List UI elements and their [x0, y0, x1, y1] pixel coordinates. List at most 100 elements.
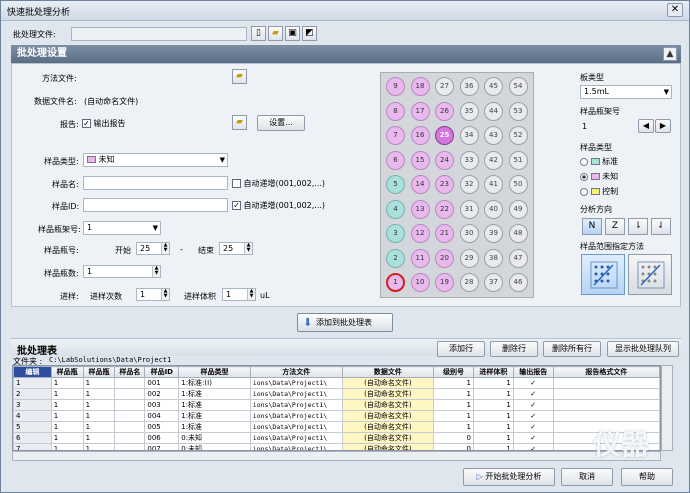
spinner-arrows-icon[interactable]: ▲ ▼	[161, 243, 169, 254]
report-checkbox-cell[interactable]: ✓	[512, 432, 554, 444]
report-checkbox-cell[interactable]: ✓	[512, 399, 554, 411]
vial-well[interactable]: 5	[386, 175, 405, 194]
table-cell[interactable]	[552, 399, 660, 411]
batch-file-field[interactable]	[71, 27, 247, 41]
vial-well[interactable]: 35	[459, 101, 479, 121]
close-button[interactable]: ✕	[667, 3, 683, 17]
type-standard-radio[interactable]: 标准	[580, 156, 618, 167]
table-cell[interactable]: 1	[472, 410, 514, 422]
sample-name-input[interactable]	[83, 176, 228, 190]
column-header[interactable]: 样品ID	[144, 366, 180, 378]
range-line-button[interactable]	[628, 254, 672, 295]
table-cell[interactable]: ions\Data\Project1\	[249, 421, 343, 433]
table-cell[interactable]: (自动命名文件)	[341, 410, 435, 422]
report-checkbox-cell[interactable]: ✓	[512, 388, 554, 400]
table-cell[interactable]: (自动命名文件)	[341, 421, 435, 433]
vial-well[interactable]: 3	[386, 224, 405, 243]
report-checkbox-cell[interactable]: ✓	[512, 443, 554, 450]
column-header[interactable]: 进样体积	[472, 366, 514, 378]
direction-snake-icon[interactable]: ⇃	[651, 218, 671, 235]
column-header[interactable]: 方法文件	[249, 366, 343, 378]
vial-well[interactable]: 41	[484, 175, 503, 194]
vial-well[interactable]: 11	[410, 248, 430, 268]
table-cell[interactable]: ions\Data\Project1\	[249, 377, 343, 389]
table-cell[interactable]: 0	[433, 432, 474, 444]
vial-well[interactable]: 38	[484, 248, 503, 268]
table-cell[interactable]: 1	[472, 377, 514, 389]
batch-table[interactable]: 编辑 样品瓶 样品瓶 样品名 样品ID 样品类型 方法文件 数据文件 级别号 进样体积 输出报告 报告…	[12, 365, 661, 451]
table-cell[interactable]	[552, 410, 660, 422]
table-horizontal-scrollbar[interactable]	[12, 451, 661, 461]
table-cell[interactable]: ions\Data\Project1\	[249, 432, 343, 444]
table-cell[interactable]: (自动命名文件)	[341, 432, 435, 444]
next-rack-button[interactable]: ▶	[655, 119, 671, 133]
table-cell[interactable]: 0	[433, 443, 474, 450]
table-cell[interactable]	[114, 388, 146, 400]
vial-well[interactable]: 10	[410, 273, 430, 292]
vial-well[interactable]: 34	[459, 126, 479, 145]
table-cell[interactable]: 1	[50, 410, 84, 422]
type-control-radio[interactable]: 控制	[580, 186, 618, 197]
report-checkbox-cell[interactable]: ✓	[512, 377, 554, 389]
vial-well[interactable]: 40	[484, 199, 503, 219]
column-header[interactable]: 样品名	[114, 366, 146, 378]
direction-z-icon[interactable]: Z	[605, 218, 625, 235]
table-cell[interactable]: 1	[433, 377, 474, 389]
vial-well[interactable]: 50	[508, 175, 528, 194]
vial-well[interactable]: 30	[459, 224, 479, 243]
vial-well[interactable]: 51	[508, 150, 528, 170]
table-cell[interactable]: 1:标准	[178, 388, 251, 400]
table-cell[interactable]	[114, 432, 146, 444]
report-checkbox-cell[interactable]: ✓	[512, 410, 554, 422]
vial-well[interactable]: 37	[484, 273, 503, 292]
vial-well[interactable]: 14	[410, 175, 430, 194]
vial-well[interactable]: 7	[386, 126, 405, 145]
start-spinner[interactable]: 25 ▲ ▼	[136, 242, 170, 255]
table-cell[interactable]: 1:标准	[178, 399, 251, 411]
table-cell[interactable]	[114, 421, 146, 433]
spinner-arrows-icon[interactable]: ▲ ▼	[161, 289, 169, 300]
delete-all-rows-button[interactable]: 删除所有行	[543, 341, 601, 357]
table-cell[interactable]: 1:标准:(I)	[178, 377, 251, 389]
vial-well[interactable]: 16	[410, 126, 430, 145]
table-cell[interactable]: 001	[144, 377, 180, 389]
sample-id-input[interactable]	[83, 198, 228, 212]
spinner-arrows-icon[interactable]: ▲ ▼	[152, 266, 160, 277]
table-cell[interactable]: 1	[472, 443, 514, 450]
table-cell[interactable]: 1	[82, 388, 116, 400]
vial-well[interactable]: 49	[508, 199, 528, 219]
show-batch-queue-button[interactable]: 显示批处理队列	[607, 341, 679, 357]
vial-well[interactable]: 26	[435, 101, 454, 121]
table-cell[interactable]: 1	[50, 421, 84, 433]
inject-count-spinner[interactable]: 1 ▲ ▼	[136, 288, 170, 301]
table-row[interactable]: 1 1 1 001 1:标准:(I) ions\Data\Project1\ (自动命名文件…	[13, 377, 660, 389]
table-cell[interactable]: 1	[82, 410, 116, 422]
vial-well[interactable]: 42	[484, 150, 503, 170]
vial-well[interactable]: 47	[508, 248, 528, 268]
column-header[interactable]: 编辑	[13, 366, 52, 378]
vial-well[interactable]: 54	[508, 77, 528, 96]
table-cell[interactable]: 1	[50, 377, 84, 389]
vial-well[interactable]: 25	[435, 126, 454, 145]
vial-well[interactable]: 27	[435, 77, 454, 96]
table-cell[interactable]	[552, 388, 660, 400]
vial-well[interactable]: 4	[386, 199, 405, 219]
report-checkbox-cell[interactable]: ✓	[512, 421, 554, 433]
vial-count-spinner[interactable]: 1 ▲ ▼	[83, 265, 161, 278]
table-cell[interactable]: 1	[13, 377, 52, 389]
vial-well[interactable]: 15	[410, 150, 430, 170]
vial-well[interactable]: 46	[508, 273, 528, 292]
table-row[interactable]: 7 1 1 007 0:未知 ions\Data\Project1\ (自动命名文件) 0 1 ✓	[13, 443, 660, 450]
table-cell[interactable]: 1	[433, 410, 474, 422]
vial-well[interactable]: 6	[386, 150, 405, 170]
table-cell[interactable]: 1	[433, 421, 474, 433]
delete-row-button[interactable]: 删除行	[490, 341, 538, 357]
table-cell[interactable]: 004	[144, 410, 180, 422]
add-row-button[interactable]: 添加行	[437, 341, 485, 357]
table-cell[interactable]: 003	[144, 399, 180, 411]
table-cell[interactable]: ions\Data\Project1\	[249, 443, 343, 450]
table-cell[interactable]	[114, 410, 146, 422]
table-cell[interactable]	[114, 443, 146, 450]
type-unknown-radio[interactable]: 未知	[580, 171, 618, 182]
table-cell[interactable]: (自动命名文件)	[341, 399, 435, 411]
